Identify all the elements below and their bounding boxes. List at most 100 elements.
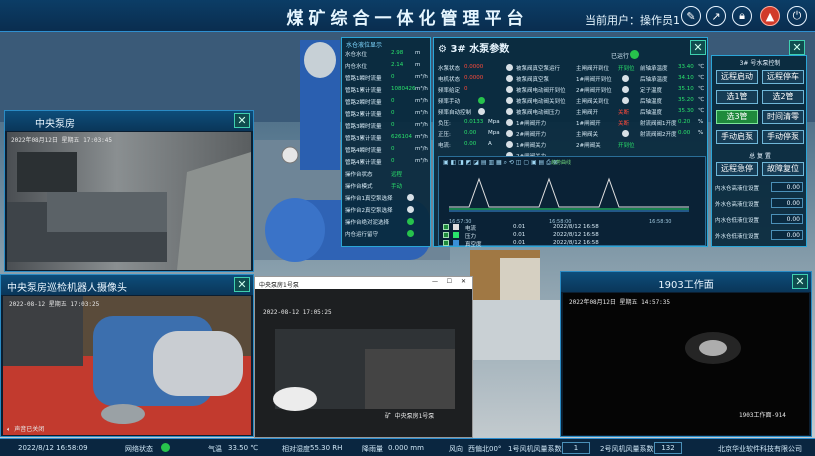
work-face-title: 1903工作面 (561, 272, 811, 292)
control-button[interactable]: 远程启动 (716, 70, 758, 84)
minimize-icon[interactable]: — (432, 278, 438, 285)
close-icon[interactable]: ✕ (792, 274, 808, 289)
param-label: 电流: (438, 143, 451, 149)
status-row-label: 管路2瞬时流量 (345, 100, 382, 106)
temperature-label: 定子温度 (640, 88, 663, 94)
control-button[interactable]: 手动启泵 (716, 130, 758, 144)
humidity-label: 相对湿度 (282, 445, 310, 453)
temperature-value: 33.40 (678, 64, 694, 70)
status-row-value: 0 (391, 110, 395, 116)
setpoint-input[interactable]: 0.00 (771, 198, 803, 208)
control-button[interactable]: 选1管 (716, 90, 758, 104)
control-button[interactable]: 时间清零 (762, 110, 804, 124)
valve-status-label: 2#闸阀开到位 (576, 88, 612, 94)
legend-time: 2022/8/12 16:58 (553, 232, 599, 238)
valve-label: 被泵阀真空泵运行 (516, 66, 561, 72)
setpoint-label: 内水仓高液位设置 (715, 186, 760, 192)
valve-indicator (506, 119, 513, 126)
legend-checkbox[interactable] (443, 224, 449, 230)
param-unit: Mpa (488, 119, 500, 125)
valve-status-label: 主闸阀开到位 (576, 66, 610, 72)
param-unit: A (488, 141, 492, 147)
close-icon[interactable]: ✕ (461, 278, 466, 285)
camera-timestamp: 2022年08月12日 星期五 17:03:45 (11, 137, 113, 144)
status-row-unit: m³/h (415, 134, 428, 140)
video-player-title: 中央泵房1号泵 (259, 282, 299, 289)
status-row-label: 内仓运行留守 (345, 232, 379, 238)
status-row-unit: m³/h (415, 110, 428, 116)
status-row-label: 管路4累计流量 (345, 160, 382, 166)
status-row-value: 0 (391, 146, 395, 152)
status-row-value: 0 (391, 122, 395, 128)
valve-status-label: 1#闸阀开到位 (576, 77, 612, 83)
trend-toolbar[interactable]: ▣ ◧ ◨ ◩ ◪ ▤ ▥ ▦ ⌕ ⟲ ◫ ▢ ▣ ▤ ⎙ ⊗ (443, 159, 558, 167)
company-name: 北京华业软件科技有限公司 (718, 445, 802, 453)
temperature-unit: % (698, 119, 704, 125)
legend-value: 0.01 (513, 232, 526, 238)
param-unit: Mpa (488, 130, 500, 136)
setpoint-input[interactable]: 0.00 (771, 230, 803, 240)
temperature-unit: ℃ (698, 97, 705, 103)
svg-text:16:58:30: 16:58:30 (649, 219, 671, 225)
footer-datetime: 2022/8/12 16:58:09 (18, 444, 88, 452)
param-value: 0.0133 (464, 119, 484, 125)
edit-icon[interactable]: ✎ (681, 6, 701, 26)
status-row-value: 0 (391, 98, 395, 104)
valve-status-value: 关断 (618, 121, 630, 127)
trend-plot: 16:57:30 16:58:00 16:58:30 (449, 177, 689, 225)
camera-caption: 1903工作面-914 (739, 412, 786, 419)
close-icon[interactable]: ✕ (234, 113, 250, 128)
setpoint-input[interactable]: 0.00 (771, 214, 803, 224)
status-row-label: 操作台2真空泵选择 (345, 208, 393, 214)
chart-icon[interactable]: ↗ (706, 6, 726, 26)
param-label: 正压: (438, 132, 451, 138)
control-button[interactable]: 手动停泵 (762, 130, 804, 144)
toggle-indicator[interactable] (407, 230, 414, 237)
status-row-unit: m³/h (415, 122, 428, 128)
close-icon[interactable]: ✕ (789, 40, 805, 55)
temperature-label: 射流阀阀1开度 (640, 121, 677, 127)
status-row-label: 管路2累计流量 (345, 112, 382, 118)
status-row-value: 2.14 (391, 62, 404, 68)
legend-time: 2022/8/12 16:58 (553, 240, 599, 246)
work-face-window: 1903工作面 ✕ 2022年08月12日 星期五 14:57:35 1903工… (560, 271, 812, 437)
fan2-value[interactable]: 132 (654, 442, 682, 454)
param-label: 水泵状态 (438, 66, 461, 72)
legend-checkbox[interactable] (443, 232, 449, 238)
valve-label: 被泵阀电动阀压力 (516, 110, 561, 116)
reset-button[interactable]: 远程急停 (716, 162, 758, 176)
status-row-unit: m³/h (415, 158, 428, 164)
reset-button[interactable]: 故障复位 (762, 162, 804, 176)
valve-status-value: 开到位 (618, 66, 635, 72)
close-icon[interactable]: ✕ (234, 277, 250, 292)
camera-caption: 矿 中央泵房1号泵 (385, 413, 435, 420)
toggle-indicator[interactable] (407, 218, 414, 225)
temperature-label: 后轴温度 (640, 110, 663, 116)
param-indicator (478, 108, 485, 115)
status-row-value: 626104 (391, 134, 412, 140)
pump-control-title: 3# 号水泵控制 (739, 60, 781, 67)
setpoint-input[interactable]: 0.00 (771, 182, 803, 192)
toggle-indicator[interactable] (407, 194, 414, 201)
fan1-value[interactable]: 1 (562, 442, 590, 454)
param-label: 负压: (438, 121, 451, 127)
control-button[interactable]: 选3管 (716, 110, 758, 124)
temperature-label: 后轴温度 (640, 99, 663, 105)
fan2-label: 2号风机风量系数 (600, 445, 654, 453)
temperature-value: 33.50 ℃ (228, 444, 259, 452)
maximize-icon[interactable]: ☐ (447, 278, 452, 285)
temperature-label: 后轴承温度 (640, 77, 668, 83)
control-button[interactable]: 远程停车 (762, 70, 804, 84)
valve-status-label: 1#闸阀开 (576, 121, 601, 127)
inspection-robot-video: 2022-08-12 星期五 17:03:25 🔈︎ 声音已关闭 (3, 296, 251, 435)
legend-checkbox[interactable] (443, 240, 449, 246)
audio-status[interactable]: 🔈︎ 声音已关闭 (7, 424, 44, 434)
pump-control-panel: 3# 号水泵控制 远程启动 远程停车 选1管 选2管 选3管 时间清零 手动启泵 手动停泵 总… (711, 55, 807, 247)
temperature-value: 35.10 (678, 86, 694, 92)
toggle-indicator[interactable] (407, 206, 414, 213)
control-button[interactable]: 选2管 (762, 90, 804, 104)
alarm-icon[interactable]: ▲ (760, 6, 780, 26)
lock-icon[interactable]: 🔒︎ (732, 6, 752, 26)
close-icon[interactable]: ✕ (690, 40, 706, 55)
power-icon[interactable]: ⏻ (787, 6, 807, 26)
